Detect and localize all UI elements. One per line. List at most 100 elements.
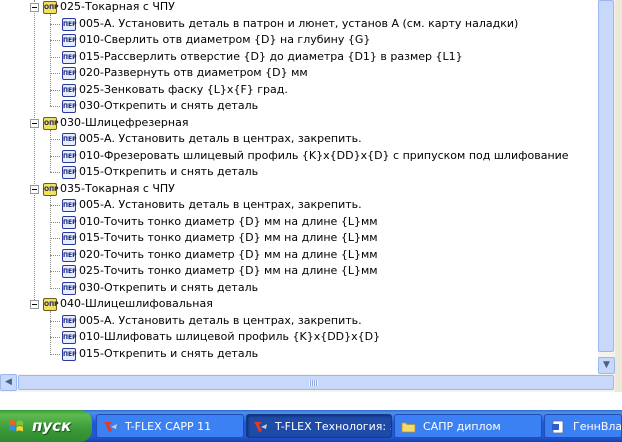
transition-icon: ПЕР <box>62 199 77 212</box>
tree-leaf-connector <box>50 106 60 107</box>
transition-icon: ПЕР <box>62 67 77 80</box>
tree-leaf-connector <box>50 23 60 25</box>
taskbar-button-label: T-FLEX CAPP 11 <box>125 420 212 433</box>
scrollbar-corner <box>615 374 622 392</box>
transition-icon: ПЕР <box>62 248 77 262</box>
tree-transition-label[interactable]: 010-Точить тонко диаметр {D} мм на длине… <box>79 215 378 229</box>
transition-icon-text: ПЕР <box>63 37 77 44</box>
transition-icon-text: ПЕР <box>63 268 77 275</box>
transition-icon: ПЕР <box>62 17 77 31</box>
transition-icon: ПЕР <box>62 281 77 295</box>
tree-transition-label[interactable]: 015-Открепить и снять деталь <box>79 347 258 361</box>
tree-branch-connector <box>50 195 51 287</box>
scroll-grip-icon <box>309 380 318 386</box>
tree-transition-label[interactable]: 025-Зенковать фаску {L}x{F} град. <box>79 83 288 97</box>
scroll-down-button[interactable]: ▼ <box>598 357 615 374</box>
tree-leaf-connector <box>50 139 60 140</box>
tflex-icon <box>104 422 117 432</box>
transition-icon: ПЕР <box>62 166 77 179</box>
transition-icon-text: ПЕР <box>63 70 77 77</box>
tree-transition-label[interactable]: 025-Точить тонко диаметр {D} мм на длине… <box>79 264 378 278</box>
tree-transition-label[interactable]: 005-А. Установить деталь в центрах, закр… <box>79 132 362 146</box>
transition-icon-text: ПЕР <box>63 20 77 28</box>
transition-icon-text: ПЕР <box>63 169 77 176</box>
collapse-toggle-icon[interactable] <box>30 118 39 128</box>
tree-transition-label[interactable]: 030-Открепить и снять деталь <box>79 99 258 113</box>
transition-icon: ПЕР <box>62 34 77 47</box>
process-tree[interactable]: ОПР 025-Токарная с ЧПУ ПЕР 005-А. Установит… <box>0 0 598 374</box>
tree-transition-label[interactable]: 010-Сверлить отв диаметром {D} на глубин… <box>79 33 370 47</box>
transition-icon-text: ПЕР <box>63 251 77 259</box>
transition-icon: ПЕР <box>62 314 77 328</box>
taskbar-button-label: САПР диплом <box>423 420 501 433</box>
operation-icon-text: ОПР <box>44 185 59 193</box>
tree-operation-label[interactable]: 035-Токарная с ЧПУ <box>60 182 175 196</box>
taskbar-button-sapr-folder[interactable]: САПР диплом <box>394 414 542 438</box>
transition-icon: ПЕР <box>62 50 77 64</box>
horizontal-scroll-thumb[interactable] <box>18 375 614 390</box>
document-icon <box>552 420 564 434</box>
transition-icon-text: ПЕР <box>63 53 77 61</box>
blank-area <box>0 392 622 410</box>
scroll-left-button[interactable]: ◀ <box>0 374 17 391</box>
transition-icon-text: ПЕР <box>63 218 77 226</box>
operation-icon: ОПР <box>43 1 59 14</box>
folder-icon <box>401 422 416 433</box>
taskbar-button-document[interactable]: ГеннВлад.d <box>544 414 622 438</box>
tree-leaf-connector <box>50 155 60 157</box>
tflex-icon <box>254 422 267 432</box>
tree-transition-label[interactable]: 015-Рассверлить отверстие {D} до диаметр… <box>79 50 463 64</box>
collapse-toggle-icon[interactable] <box>30 184 39 194</box>
tree-transition-label[interactable]: 010-Шлифовать шлицевой профиль {K}x{DD}x… <box>79 330 380 344</box>
tree-leaf-connector <box>50 205 60 206</box>
tree-leaf-connector <box>50 337 60 338</box>
tree-leaf-connector <box>50 238 60 239</box>
tree-leaf-connector <box>50 172 60 173</box>
taskbar-button-label: T-FLEX Технология: ... <box>275 420 392 433</box>
taskbar-button-label: ГеннВлад.d <box>573 420 622 433</box>
collapse-toggle-icon[interactable] <box>30 300 39 309</box>
vertical-scrollbar[interactable]: ▼ <box>598 0 615 374</box>
transition-icon: ПЕР <box>62 133 77 146</box>
transition-icon: ПЕР <box>62 215 77 229</box>
tree-branch-connector <box>50 311 51 353</box>
transition-icon: ПЕР <box>62 149 77 163</box>
window-frame-edge <box>615 0 622 374</box>
tree-leaf-connector <box>50 320 60 322</box>
transition-icon: ПЕР <box>62 232 77 245</box>
tree-leaf-connector <box>50 287 60 289</box>
tree-root-connector <box>34 0 35 304</box>
tree-branch-connector <box>50 129 51 172</box>
operation-icon-text: ОПР <box>44 4 59 11</box>
collapse-toggle-icon[interactable] <box>30 3 39 12</box>
tree-transition-label[interactable]: 020-Развернуть отв диаметром {D} мм <box>79 66 308 80</box>
tree-transition-label[interactable]: 020-Точить тонко диаметр {D} мм на длине… <box>79 248 378 262</box>
taskbar-button-tflex-capp[interactable]: T-FLEX CAPP 11 <box>96 414 244 438</box>
tree-operation-label[interactable]: 040-Шлицешлифовальная <box>60 297 213 311</box>
tree-transition-label[interactable]: 005-А. Установить деталь в центрах, закр… <box>79 314 362 328</box>
tree-transition-label[interactable]: 030-Открепить и снять деталь <box>79 281 258 295</box>
tree-operation-label[interactable]: 030-Шлицефрезерная <box>60 116 188 130</box>
taskbar-button-tflex-technology[interactable]: T-FLEX Технология: ... <box>246 414 392 438</box>
transition-icon-text: ПЕР <box>63 334 77 341</box>
transition-icon-text: ПЕР <box>63 136 77 143</box>
tree-transition-label[interactable]: 005-А. Установить деталь в центрах, закр… <box>79 198 362 212</box>
transition-icon-text: ПЕР <box>63 350 77 358</box>
tree-leaf-connector <box>50 353 60 355</box>
windows-logo-icon <box>9 420 23 432</box>
transition-icon: ПЕР <box>62 347 77 361</box>
transition-icon-text: ПЕР <box>63 202 77 209</box>
tree-transition-label[interactable]: 005-А. Установить деталь в патрон и люне… <box>79 17 518 31</box>
tree-transition-label[interactable]: 015-Точить тонко диаметр {D} мм на длине… <box>79 231 378 245</box>
start-button[interactable]: пуск <box>0 410 92 442</box>
operation-icon: ОПР <box>43 298 59 311</box>
tree-leaf-connector <box>50 254 60 256</box>
tree-transition-label[interactable]: 010-Фрезеровать шлицевый профиль {K}x{DD… <box>79 149 569 163</box>
tree-leaf-connector <box>50 271 60 272</box>
transition-icon-text: ПЕР <box>63 103 77 110</box>
tree-operation-label[interactable]: 025-Токарная с ЧПУ <box>60 0 175 14</box>
tree-transition-label[interactable]: 015-Открепить и снять деталь <box>79 165 258 179</box>
vertical-scroll-thumb[interactable] <box>598 0 614 352</box>
tree-leaf-connector <box>50 89 60 91</box>
horizontal-scrollbar[interactable]: ◀ <box>0 374 615 392</box>
